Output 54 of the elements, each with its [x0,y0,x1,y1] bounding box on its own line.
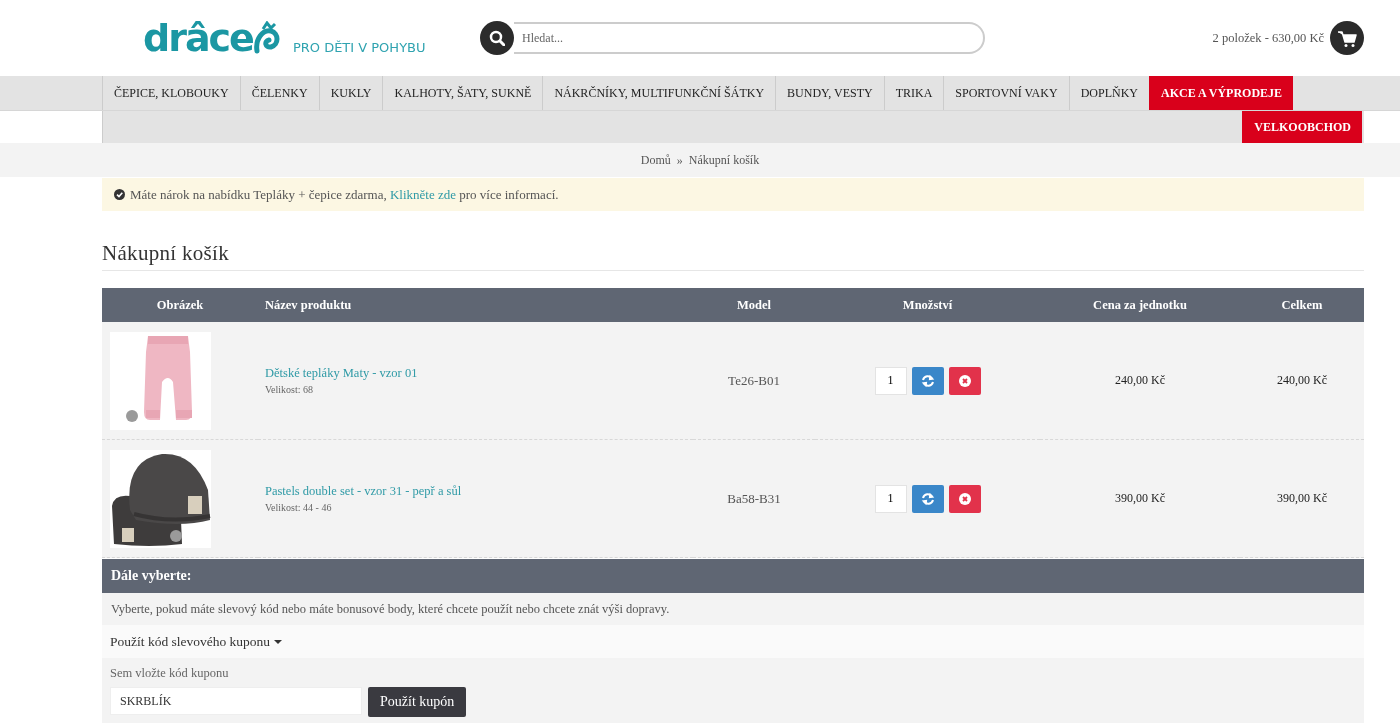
close-circle-icon [958,492,971,505]
column-header: Množství [815,288,1040,322]
remove-button[interactable] [948,366,981,395]
nav-item[interactable]: TRIKA [883,76,944,110]
search-field[interactable]: Hledat... [514,22,985,54]
unit-price: 390,00 Kč [1115,491,1165,506]
nav-item[interactable]: BUNDY, VESTY [775,76,884,110]
quantity-field[interactable]: 1 [874,484,907,513]
total-price: 240,00 Kč [1277,373,1327,388]
search-button[interactable] [480,21,514,55]
refresh-button[interactable] [911,366,944,395]
nav-item[interactable]: SPORTOVNÍ VAKY [943,76,1069,110]
column-header: Název produktu [258,288,693,322]
notice-text: Máte nárok na nabídku Tepláky + čepice zdarma, Klikněte zde pro více informací. [130,186,559,203]
logo[interactable]: drâce [143,19,281,57]
column-header: Model [693,288,815,322]
coupon-field[interactable]: SKRBLÍK [110,687,362,715]
quantity-field[interactable]: 1 [874,366,907,395]
coupon-label: Sem vložte kód kuponu [110,666,230,681]
section-heading: Dále vyberte: [102,559,1364,593]
product-model: Ba58-B31 [727,490,781,507]
nav-item[interactable]: VELKOOBCHOD [1242,111,1362,143]
breadcrumb-link[interactable]: Nákupní košík [688,152,760,168]
product-model: Te26-B01 [728,372,780,389]
column-header: Celkem [1240,288,1364,322]
coupon-toggle[interactable]: Použít kód slevového kuponu [110,633,283,650]
nav-item[interactable]: KUKLY [318,76,383,110]
nav-item[interactable]: ČEPICE, KLOBOUKY [102,76,240,110]
total-price: 390,00 Kč [1277,491,1327,506]
page-title: Nákupní košík [102,241,1364,271]
refresh-icon [920,491,935,506]
check-circle-icon [114,189,125,200]
remove-button[interactable] [948,484,981,513]
column-header: Obrázek [102,288,258,322]
breadcrumb-separator: » [676,152,683,168]
close-circle-icon [958,374,971,387]
column-header: Cena za jednotku [1040,288,1240,322]
section-description: Vyberte, pokud máte slevový kód nebo máte bonusové body, které chcete použít nebo chcete znát výši dopravy. [102,593,1364,625]
cart-summary[interactable]: 2 položek - 630,00 Kč [1212,30,1324,46]
apply-coupon-button[interactable]: Použít kupón [368,687,467,717]
logo-tagline: PRO DĚTI V POHYBU [292,40,426,55]
unit-price: 240,00 Kč [1115,373,1165,388]
caret-icon [274,639,283,644]
product-size: Velikost: 68 [265,384,314,395]
nav-item[interactable]: NÁKRČNÍKY, MULTIFUNKČNÍ ŠÁTKY [542,76,776,110]
nav-item[interactable]: ČELENKY [239,76,319,110]
breadcrumb-link[interactable]: Domů [640,152,671,168]
product-size: Velikost: 44 - 46 [265,502,332,513]
cart-icon[interactable] [1330,21,1364,55]
search-icon [489,30,505,46]
nav-item[interactable]: DOPLŇKY [1068,76,1149,110]
nav-item[interactable]: KALHOTY, ŠATY, SUKNĚ [382,76,543,110]
refresh-icon [920,373,935,388]
refresh-button[interactable] [911,484,944,513]
